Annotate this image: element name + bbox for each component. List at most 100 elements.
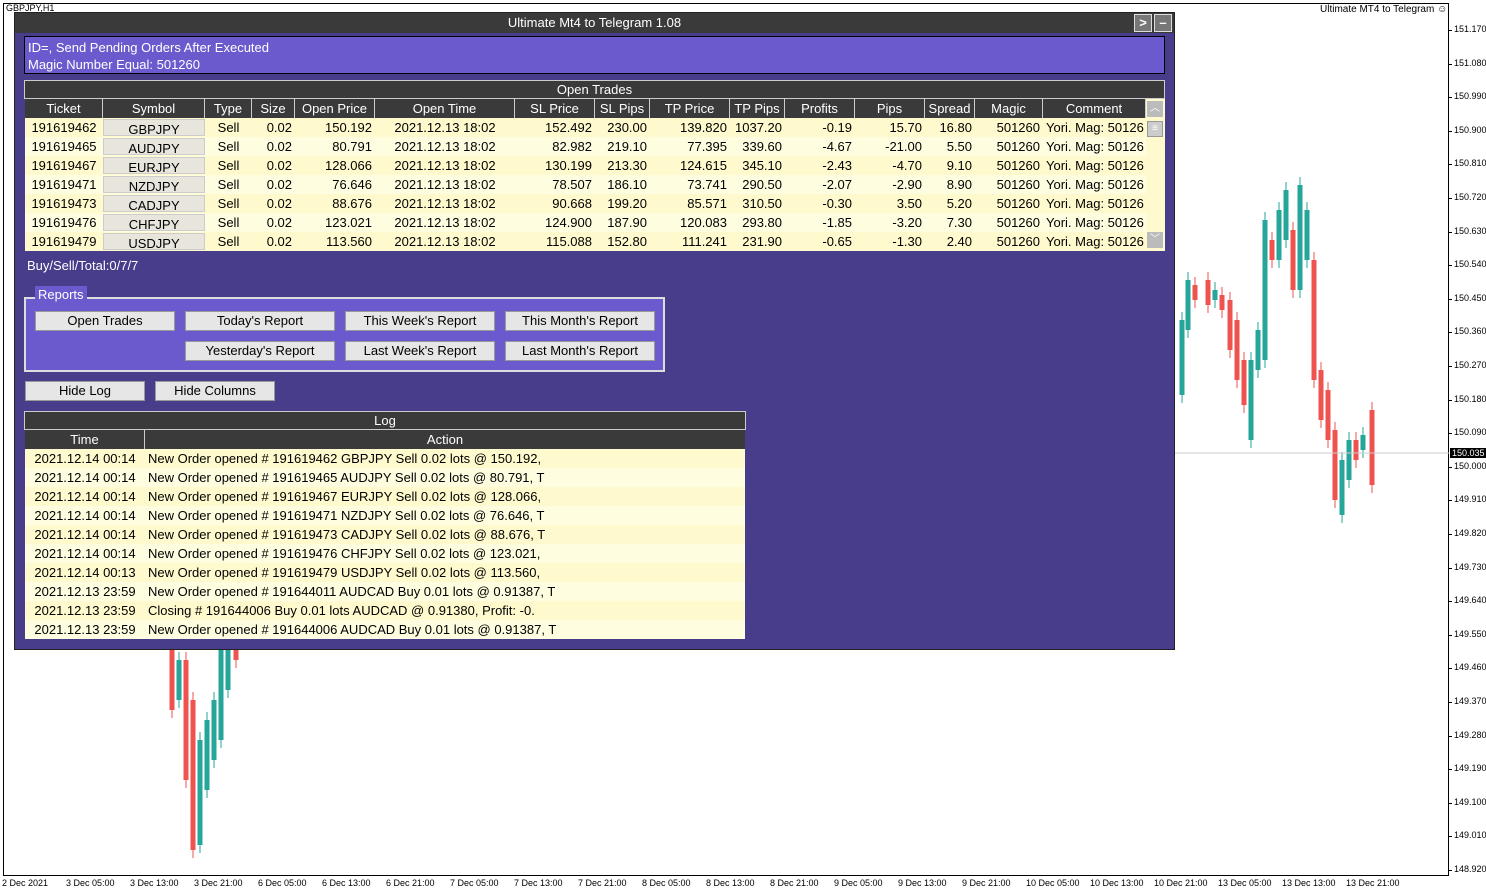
price-tick: 150.270 [1448,360,1486,370]
trade-cell: Sell [217,158,240,173]
symbol-button[interactable]: NZDJPY [103,176,205,193]
scroll-thumb[interactable]: ≡ [1147,121,1163,137]
last-months-report-button[interactable]: Last Month's Report [505,341,655,361]
time-tick: 9 Dec 05:00 [834,878,883,888]
trade-row[interactable]: 191619479 USDJPY Sell 0.02 113.560 2021.12.13… [25,232,1146,251]
col-header-pips[interactable]: Pips [855,99,925,118]
this-weeks-report-button[interactable]: This Week's Report [345,311,495,331]
open-trades-button[interactable]: Open Trades [35,311,175,331]
log-action: New Order opened # 191644006 AUDCAD Buy … [148,622,557,637]
price-tick: 150.990 [1448,91,1486,102]
col-header-symbol[interactable]: Symbol [103,99,205,118]
col-header-profits[interactable]: Profits [785,99,855,118]
trade-cell: 345.10 [742,158,782,173]
col-header-ticket[interactable]: Ticket [25,99,103,118]
log-time: 2021.12.14 00:14 [34,546,136,561]
trade-cell: 120.083 [680,215,727,230]
hide-columns-button[interactable]: Hide Columns [155,381,275,401]
yesterdays-report-button[interactable]: Yesterday's Report [185,341,335,361]
symbol-button[interactable]: CADJPY [103,195,205,212]
telegram-panel: Ultimate Mt4 to Telegram 1.08 > – ID=, S… [14,12,1175,650]
candle-body [211,700,217,760]
candle-body [1179,320,1185,395]
col-header-tp-pips[interactable]: TP Pips [730,99,785,118]
minimize-button[interactable]: – [1154,14,1172,32]
log-time: 2021.12.13 23:59 [34,603,136,618]
price-tick: 150.000 [1448,460,1486,471]
expand-button[interactable]: > [1134,14,1152,32]
time-tick: 8 Dec 13:00 [706,878,755,888]
trades-header: Ticket Symbol Type Size Open Price Open Time S… [25,99,1146,118]
trade-cell: 77.395 [687,139,727,154]
col-header-tp-price[interactable]: TP Price [650,99,730,118]
trade-cell: 501260 [996,234,1040,249]
candle-body [1241,360,1247,405]
trades-scrollbar[interactable]: ︿ ≡ ﹀ [1146,99,1165,251]
col-header-open-time[interactable]: Open Time [375,99,515,118]
candle-body [176,660,182,700]
price-tick: 149.910 [1448,494,1486,505]
candle-body [1353,440,1359,460]
panel-titlebar[interactable]: Ultimate Mt4 to Telegram 1.08 > – [15,13,1174,33]
price-tick: 150.360 [1448,326,1486,337]
price-tick: 149.640 [1448,595,1486,606]
trade-row[interactable]: 191619471 NZDJPY Sell 0.02 76.646 2021.12.13 … [25,175,1146,194]
symbol-button[interactable]: USDJPY [103,233,205,250]
trade-cell: 293.80 [742,215,782,230]
trade-row[interactable]: 191619473 CADJPY Sell 0.02 88.676 2021.12.13 … [25,194,1146,213]
time-tick: 6 Dec 13:00 [322,878,371,888]
scroll-up-icon[interactable]: ︿ [1147,101,1163,117]
trade-cell: 230.00 [607,120,647,135]
log-time: 2021.12.14 00:14 [34,508,136,523]
hide-log-button[interactable]: Hide Log [25,381,145,401]
col-header-sl-price[interactable]: SL Price [515,99,595,118]
trade-row[interactable]: 191619465 AUDJPY Sell 0.02 80.791 2021.12.13 … [25,137,1146,156]
trade-cell: Sell [217,234,240,249]
candle-body [233,650,239,660]
time-tick: 9 Dec 13:00 [898,878,947,888]
last-weeks-report-button[interactable]: Last Week's Report [345,341,495,361]
time-tick: 10 Dec 05:00 [1026,878,1080,888]
col-header-comment[interactable]: Comment [1043,99,1146,118]
log-action: New Order opened # 191619476 CHFJPY Sell… [148,546,541,561]
col-header-spread[interactable]: Spread [925,99,975,118]
col-header-open-price[interactable]: Open Price [295,99,375,118]
trade-cell: 2021.12.13 18:02 [394,158,496,173]
price-tick: 150.720 [1448,192,1486,202]
symbol-button[interactable]: GBPJPY [103,119,205,136]
symbol-button[interactable]: AUDJPY [103,138,205,155]
price-tick: 149.820 [1448,528,1486,538]
trade-row[interactable]: 191619462 GBPJPY Sell 0.02 150.192 2021.12.13… [25,118,1146,137]
log-time: 2021.12.13 23:59 [34,622,136,637]
candle-body [1283,190,1289,240]
todays-report-button[interactable]: Today's Report [185,311,335,331]
smiley-icon: ☺ [1437,4,1448,15]
trade-cell: 0.02 [266,196,292,211]
this-months-report-button[interactable]: This Month's Report [505,311,655,331]
col-header-magic[interactable]: Magic [975,99,1043,118]
col-header-type[interactable]: Type [205,99,252,118]
log-time: 2021.12.14 00:14 [34,527,136,542]
symbol-button[interactable]: EURJPY [103,157,205,174]
candle-body [1339,460,1345,515]
trade-cell: 501260 [996,139,1040,154]
log-header: Time Action [25,430,745,449]
trade-row[interactable]: 191619467 EURJPY Sell 0.02 128.066 2021.12.13… [25,156,1146,175]
trade-cell: -2.43 [822,158,852,173]
price-tick: 149.280 [1448,729,1486,740]
time-tick: 13 Dec 13:00 [1282,878,1336,888]
symbol-button[interactable]: CHFJPY [103,214,205,231]
candle-body [218,650,224,740]
col-header-size[interactable]: Size [252,99,295,118]
trade-cell: 199.20 [607,196,647,211]
candle-body [1297,185,1303,290]
trade-row[interactable]: 191619476 CHFJPY Sell 0.02 123.021 2021.12.13… [25,213,1146,232]
trade-cell: 290.50 [742,177,782,192]
trade-cell: 2021.12.13 18:02 [394,120,496,135]
time-tick: 9 Dec 21:00 [962,878,1011,888]
trade-cell: Yori. Mag: 50126 [1046,177,1144,192]
scroll-down-icon[interactable]: ﹀ [1147,232,1163,248]
col-header-sl-pips[interactable]: SL Pips [595,99,650,118]
trade-cell: 0.02 [266,177,292,192]
trade-cell: 2.40 [946,234,972,249]
